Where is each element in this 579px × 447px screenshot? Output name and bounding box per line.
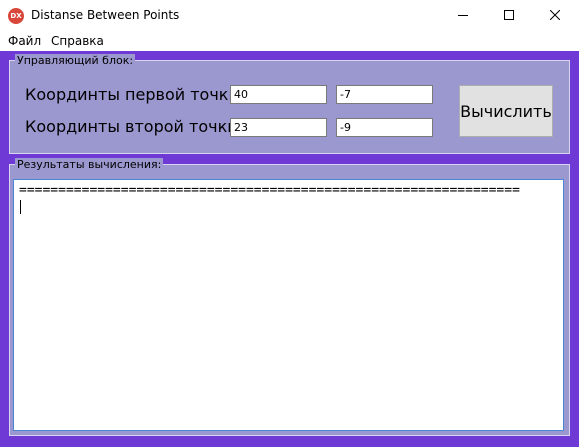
menu-bar: Файл Справка [0, 31, 579, 51]
first-point-x-field[interactable] [230, 85, 327, 104]
minimize-button[interactable] [440, 0, 486, 31]
results-textarea[interactable]: ========================================… [13, 179, 564, 431]
first-point-y-field[interactable] [336, 85, 433, 104]
control-group: Управляющий блок: Координты первой точки… [9, 54, 570, 154]
second-point-label: Координты второй точки: [25, 117, 244, 136]
window-title: Distanse Between Points [31, 8, 180, 22]
results-group-title: Результаты вычисления: [15, 158, 164, 171]
client-area: Управляющий блок: Координты первой точки… [0, 51, 579, 447]
minimize-icon [458, 15, 468, 16]
close-icon [550, 10, 560, 20]
second-point-y-field[interactable] [336, 118, 433, 137]
menu-file[interactable]: Файл [8, 34, 41, 48]
maximize-icon [504, 10, 514, 20]
maximize-button[interactable] [486, 0, 532, 31]
close-button[interactable] [532, 0, 578, 31]
results-group: Результаты вычисления: =================… [9, 158, 570, 436]
calculate-button[interactable]: Вычислить [459, 85, 553, 137]
app-window: DX Distanse Between Points Файл Справка … [0, 0, 579, 447]
results-output-text: ========================================… [19, 183, 520, 198]
first-point-label: Координты первой точки: [25, 85, 245, 104]
control-group-title: Управляющий блок: [15, 54, 136, 67]
menu-help[interactable]: Справка [51, 34, 104, 48]
text-caret [20, 200, 21, 214]
second-point-x-field[interactable] [230, 118, 327, 137]
app-icon: DX [8, 8, 24, 24]
title-bar[interactable]: DX Distanse Between Points [0, 0, 579, 31]
